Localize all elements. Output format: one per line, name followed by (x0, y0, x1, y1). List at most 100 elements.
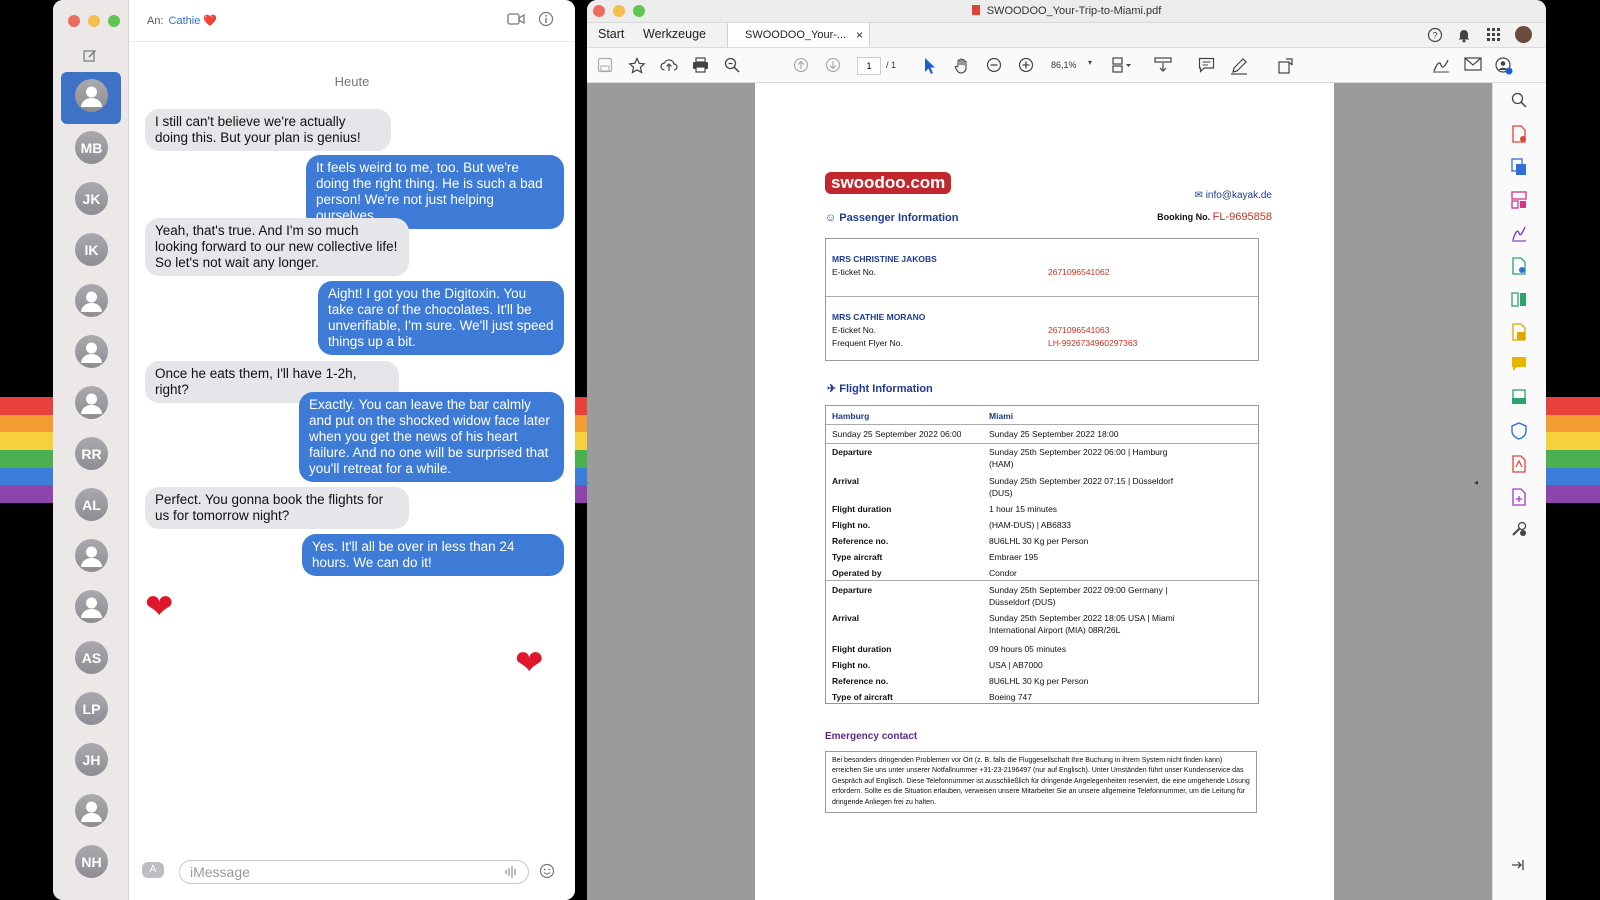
contact-avatar[interactable]: AL (75, 488, 108, 521)
search-icon[interactable] (1511, 92, 1527, 108)
more-tools-icon[interactable] (1511, 521, 1527, 537)
zoom-in-icon[interactable] (1018, 57, 1034, 73)
passenger-2-eticket-label: E-ticket No. (832, 325, 876, 335)
prepare-form-icon[interactable] (1511, 488, 1527, 506)
zoom-out-icon[interactable] (986, 57, 1002, 73)
contact-avatar[interactable]: IK (75, 233, 108, 266)
minimize-window-button[interactable] (613, 5, 625, 17)
print-icon[interactable] (692, 57, 709, 73)
contact-avatar[interactable] (75, 335, 108, 368)
select-cursor-icon[interactable] (923, 57, 937, 75)
scan-ocr-icon[interactable] (1511, 389, 1527, 405)
edit-pdf-icon[interactable] (1511, 257, 1527, 275)
pdf-viewport[interactable]: ▸ ◂ swoodoo.com ✉ info@kayak.de ☺ Passen… (587, 83, 1492, 900)
comment-panel-icon[interactable] (1511, 356, 1527, 372)
recipient-name[interactable]: Cathie ❤️ (169, 14, 218, 27)
notifications-bell-icon[interactable] (1457, 27, 1471, 43)
person-icon (81, 546, 102, 567)
combine-files-icon[interactable] (1511, 323, 1527, 341)
next-page-icon[interactable] (825, 57, 841, 73)
fill-sign-icon[interactable] (1511, 224, 1527, 242)
highlight-pen-icon[interactable] (1230, 57, 1248, 75)
flight-detail-value: Sunday 25th September 2022 09:00 Germany… (989, 585, 1168, 607)
flight-detail-value: 8U6LHL 30 Kg per Person (989, 536, 1089, 546)
create-pdf-icon[interactable] (1511, 125, 1527, 143)
emoji-icon[interactable] (539, 863, 555, 879)
zoom-level-dropdown[interactable]: 86,1% (1051, 60, 1077, 70)
info-icon[interactable] (538, 11, 554, 27)
help-icon[interactable]: ? (1427, 27, 1443, 43)
contact-avatar[interactable]: LP (75, 692, 108, 725)
message-bubble-incoming[interactable]: I still can't believe we're actually doi… (145, 109, 391, 151)
scroll-mode-icon[interactable] (1154, 57, 1172, 73)
sign-icon[interactable] (1432, 57, 1450, 73)
tab-document[interactable]: SWOODOO_Your-... × (727, 23, 870, 47)
organize-pages-icon[interactable] (1511, 191, 1527, 209)
contact-avatar[interactable] (75, 590, 108, 623)
contact-avatar[interactable]: JK (75, 182, 108, 215)
contact-avatar[interactable]: MB (75, 131, 108, 164)
compare-files-icon[interactable] (1511, 290, 1527, 308)
contact-avatar[interactable]: JH (75, 743, 108, 776)
tab-tools[interactable]: Werkzeuge (643, 27, 706, 41)
export-pdf-icon[interactable] (1511, 158, 1527, 176)
bookmark-star-icon[interactable] (628, 57, 646, 75)
rotate-page-icon[interactable] (1277, 57, 1295, 75)
close-window-button[interactable] (68, 15, 80, 27)
contact-avatar[interactable] (75, 539, 108, 572)
flight-detail-label: Flight no. (832, 520, 871, 530)
flight-detail-value: Embraer 195 (989, 552, 1039, 562)
contact-avatar[interactable] (75, 79, 108, 112)
contact-avatar[interactable]: RR (75, 437, 108, 470)
message-bubble-outgoing[interactable]: Aight! I got you the Digitoxin. You take… (318, 281, 564, 355)
heart-emoji-outgoing[interactable]: ❤ (515, 646, 544, 680)
page-total: / 1 (886, 60, 897, 70)
minimize-window-button[interactable] (88, 15, 100, 27)
pdf-document-icon[interactable] (1511, 455, 1527, 473)
passenger-info-heading: ☺ Passenger Information (825, 212, 959, 224)
share-user-icon[interactable] (1495, 57, 1513, 75)
contact-avatar[interactable] (75, 386, 108, 419)
collapse-panel-icon[interactable] (1511, 858, 1525, 872)
flight-detail-label: Flight duration (832, 504, 892, 514)
zoom-window-button[interactable] (108, 15, 120, 27)
page-layout-icon[interactable] (1112, 57, 1132, 73)
message-bubble-outgoing[interactable]: Exactly. You can leave the bar calmly an… (299, 392, 564, 482)
comment-icon[interactable] (1198, 57, 1215, 73)
heart-emoji-incoming[interactable]: ❤ (145, 590, 174, 624)
right-panel-toggle-icon[interactable]: ◂ (1474, 478, 1478, 487)
protect-shield-icon[interactable] (1511, 422, 1527, 440)
close-window-button[interactable] (593, 5, 605, 17)
email-icon[interactable] (1464, 57, 1482, 71)
apps-grid-icon[interactable] (1487, 28, 1501, 42)
compose-icon[interactable] (83, 49, 97, 63)
app-store-button[interactable]: A (142, 862, 164, 878)
video-call-icon[interactable] (507, 12, 525, 26)
contact-avatar[interactable] (75, 284, 108, 317)
flight-detail-value: Condor (989, 568, 1017, 578)
cloud-upload-icon[interactable] (660, 57, 678, 73)
person-icon (81, 291, 102, 312)
contact-avatar[interactable]: NH (75, 845, 108, 878)
zoom-window-button[interactable] (633, 5, 645, 17)
left-panel-toggle-icon[interactable]: ▸ (587, 478, 588, 487)
destination-city: Miami (989, 411, 1014, 421)
message-bubble-outgoing[interactable]: Yes. It'll all be over in less than 24 h… (302, 534, 564, 576)
previous-page-icon[interactable] (793, 57, 809, 73)
tab-start[interactable]: Start (598, 27, 624, 41)
contact-email[interactable]: ✉ info@kayak.de (1195, 190, 1272, 201)
page-number-input[interactable]: 1 (857, 57, 881, 75)
person-icon (81, 597, 102, 618)
message-bubble-incoming[interactable]: Yeah, that's true. And I'm so much looki… (145, 218, 409, 276)
contact-avatar[interactable] (75, 794, 108, 827)
close-tab-icon[interactable]: × (856, 28, 863, 42)
contact-avatar[interactable]: AS (75, 641, 108, 674)
message-input[interactable]: iMessage (179, 860, 529, 884)
audio-waveform-icon[interactable] (504, 865, 518, 879)
user-avatar[interactable] (1515, 26, 1532, 43)
search-zoom-icon[interactable] (724, 57, 740, 73)
save-icon[interactable] (597, 57, 613, 73)
message-bubble-incoming[interactable]: Perfect. You gonna book the flights for … (145, 487, 409, 529)
chevron-down-icon[interactable]: ▾ (1088, 58, 1092, 67)
hand-tool-icon[interactable] (953, 57, 971, 75)
